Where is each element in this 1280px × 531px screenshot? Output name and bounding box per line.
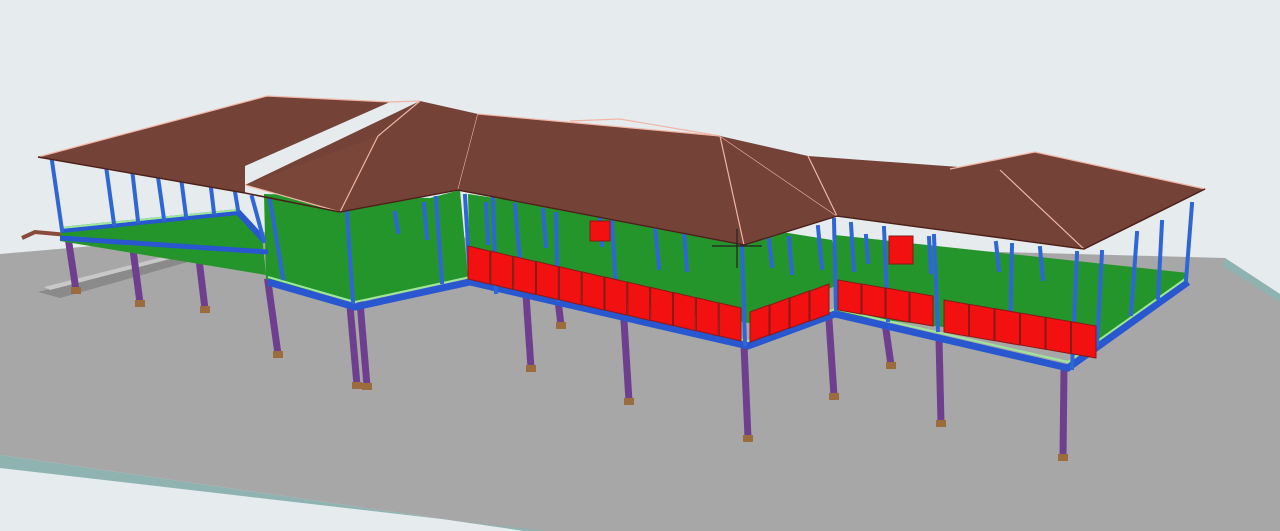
railing-panel [1020, 312, 1046, 350]
railing-panel [581, 271, 605, 311]
railing-panel [994, 308, 1020, 346]
pier [522, 291, 535, 372]
footing [526, 365, 536, 372]
footing [743, 435, 753, 442]
building-3d-model[interactable] [0, 0, 1280, 531]
pier [620, 317, 633, 405]
railing-panel [749, 304, 770, 343]
railing-panel [589, 220, 611, 242]
railing-panel [490, 250, 514, 290]
footing [886, 362, 896, 369]
railing-panel [888, 235, 914, 265]
footing [936, 420, 946, 427]
column [831, 217, 839, 313]
railing-panel [673, 291, 696, 332]
column [483, 201, 491, 246]
railing-panel [909, 291, 934, 327]
railing-panel [467, 245, 491, 285]
railing-panel [885, 287, 910, 323]
pier [935, 335, 945, 427]
railing-panel [1045, 316, 1071, 355]
railing-panel [789, 290, 810, 329]
railing-panel [769, 297, 790, 336]
railing-panel [695, 297, 719, 337]
footing [135, 300, 145, 307]
railing-panel [558, 266, 582, 306]
railing-panel [969, 303, 995, 342]
railing-panel [513, 255, 536, 296]
railing-panel [837, 279, 862, 315]
footing [200, 306, 210, 313]
column [926, 235, 934, 275]
railing-panel [536, 260, 559, 301]
footing [362, 383, 372, 390]
railing-panel [650, 286, 673, 327]
railing-panel [627, 281, 651, 321]
railing-panel [943, 299, 969, 337]
footing [352, 382, 362, 389]
footing [273, 351, 283, 358]
railing-panel [604, 276, 628, 316]
footing [71, 287, 81, 294]
railing-panel [1071, 321, 1097, 359]
railing-panel [861, 283, 886, 319]
footing [829, 393, 839, 400]
column [863, 233, 871, 265]
pier [825, 316, 838, 400]
pier [740, 341, 752, 442]
footing [624, 398, 634, 405]
3d-viewport[interactable] [0, 0, 1280, 531]
footing [1058, 454, 1068, 461]
footing [556, 322, 566, 329]
pier [1059, 364, 1068, 461]
railing-panel [809, 283, 830, 322]
railing-panel [718, 302, 742, 342]
pier [882, 326, 895, 369]
